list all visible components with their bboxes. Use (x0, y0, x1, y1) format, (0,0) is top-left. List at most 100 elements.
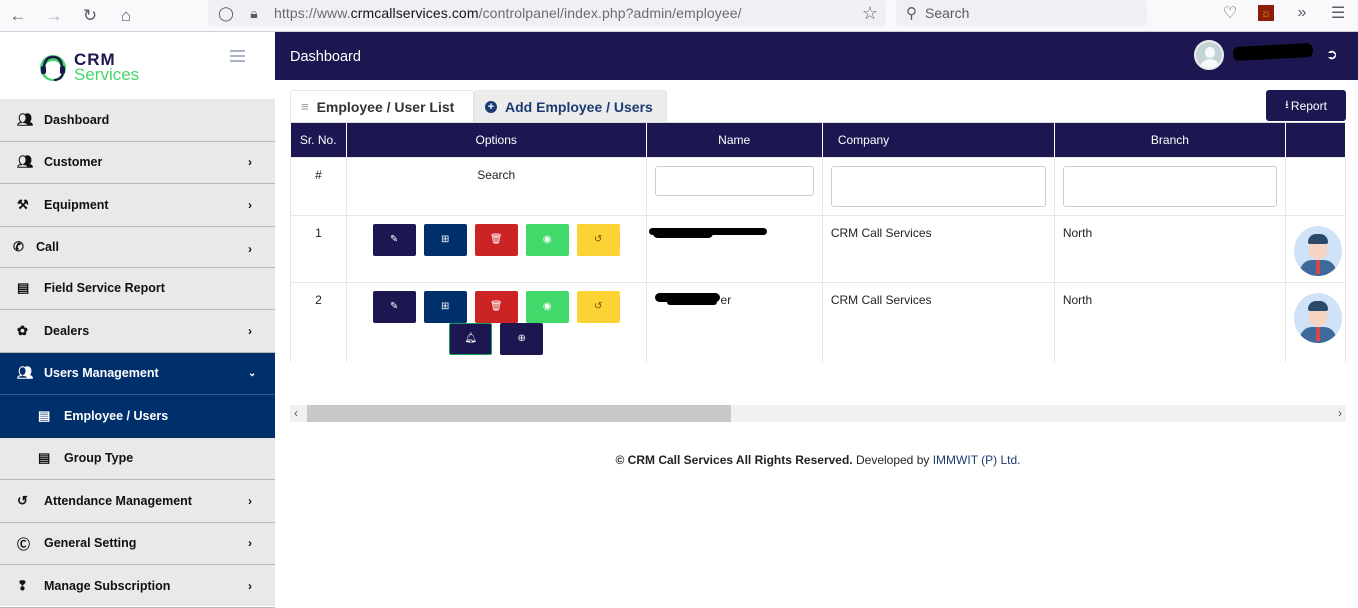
document-icon: ▤ (38, 450, 51, 466)
edit-button[interactable]: ✎ (372, 290, 416, 323)
back-icon[interactable]: ← (0, 0, 36, 32)
plus-circle-icon: + (485, 100, 497, 113)
sr-no-cell: 2 (290, 281, 347, 362)
add-button[interactable]: ⊞ (423, 290, 467, 323)
url-text[interactable]: https://www.crmcallservices.com/controlp… (274, 5, 742, 21)
horizontal-scrollbar[interactable]: ‹ › (290, 405, 1346, 422)
home-icon[interactable]: ⌂ (108, 0, 144, 32)
sidebar-item-label: Users Management (44, 366, 159, 381)
column-header-sr-no[interactable]: Sr. No. (290, 123, 347, 157)
download-icon: ⭳ (1285, 99, 1289, 111)
eye-icon: ◉ (542, 234, 552, 245)
column-header-name[interactable]: Name (646, 123, 823, 157)
menu-icon[interactable]: ☰ (1320, 3, 1356, 23)
browser-search-input[interactable]: ⚲ Search (896, 0, 1147, 26)
reload-icon[interactable]: ↻ (72, 0, 108, 32)
add-more-button[interactable]: ⊕ (500, 322, 544, 355)
sidebar-item-customer[interactable]: 👥︎ Customer › (0, 142, 275, 184)
search-placeholder: Search (925, 5, 970, 21)
copyright-text: © CRM Call Services All Rights Reserved. (615, 453, 853, 467)
phone-icon: ✆ (13, 238, 24, 254)
image-cell (1285, 281, 1346, 362)
sidebar-item-dashboard[interactable]: 👥︎ Dashboard (0, 99, 275, 142)
view-button[interactable]: ◉ (525, 290, 569, 323)
scroll-left-icon[interactable]: ‹ (294, 406, 298, 420)
sidebar-item-field-service-report[interactable]: ▤ Field Service Report (0, 268, 275, 310)
plus-square-icon: ⊞ (441, 234, 450, 245)
sidebar-item-attendance-management[interactable]: ↺ Attendance Management › (0, 480, 275, 523)
sidebar-item-group-type[interactable]: ▤ Group Type (0, 438, 275, 480)
sidebar-item-label: Dashboard (44, 112, 110, 127)
search-label: Search (345, 156, 647, 216)
extension-icon[interactable]: ☼ (1248, 4, 1284, 22)
edit-button[interactable]: ✎ (372, 223, 416, 256)
forward-icon[interactable]: → (36, 0, 72, 32)
scrollbar-thumb[interactable] (307, 405, 731, 422)
tab-add-employee-users[interactable]: + Add Employee / Users (474, 90, 667, 122)
trash-icon: 🗑︎ (489, 234, 503, 245)
plus-circle-icon: ⊕ (517, 333, 526, 344)
scroll-right-icon[interactable]: › (1338, 406, 1342, 420)
employee-avatar[interactable] (1294, 225, 1343, 276)
shield-icon[interactable]: ◯ (216, 5, 236, 22)
delete-button[interactable]: 🗑︎ (474, 223, 518, 256)
user-name-redacted[interactable] (1232, 42, 1314, 62)
company-cell: CRM Call Services (821, 214, 1055, 283)
sidebar-item-equipment[interactable]: ⚒ Equipment › (0, 184, 275, 227)
users-icon: 👥︎ (17, 111, 34, 127)
url-path: /controlpanel/index.php?admin/employee/ (478, 5, 742, 21)
headset-agent-icon (40, 55, 66, 81)
tab-label: Add Employee / Users (505, 98, 653, 115)
chevron-down-icon: ⌄ (248, 367, 257, 379)
user-avatar[interactable] (1194, 40, 1224, 70)
report-button[interactable]: ⭳ Report (1266, 90, 1346, 121)
name-cell: er (645, 281, 823, 362)
url-bar[interactable]: ◯ 🔒︎ https://www.crmcallservices.com/con… (208, 0, 886, 26)
column-header-image[interactable] (1285, 123, 1346, 157)
overflow-chevrons-icon[interactable]: » (1284, 4, 1320, 22)
table-header-row: Sr. No. Options Name Company Branch (290, 123, 1346, 157)
pencil-icon: ✎ (390, 234, 399, 245)
notify-button[interactable]: 🔔︎ (449, 322, 493, 355)
developed-by-text: Developed by (855, 453, 930, 467)
sidebar-item-dealers[interactable]: ✿ Dealers › (0, 310, 275, 353)
company-search-input[interactable] (830, 165, 1046, 207)
plus-square-icon: ⊞ (441, 301, 450, 312)
lock-icon[interactable]: 🔒︎ (244, 5, 264, 22)
name-search-input[interactable] (654, 165, 814, 196)
bookmark-star-icon[interactable]: ☆ (862, 3, 878, 24)
sidebar-item-users-management[interactable]: 👥︎ Users Management ⌄ (0, 352, 275, 395)
users-icon: 👥︎ (17, 154, 34, 170)
developer-link[interactable]: IMMWIT (P) Ltd. (933, 453, 1021, 467)
page-title: Dashboard (290, 49, 361, 65)
image-cell (1285, 214, 1346, 283)
sidebar-item-call[interactable]: ✆ Call › (0, 227, 275, 268)
sidebar-toggle-icon[interactable] (230, 50, 245, 65)
column-header-branch[interactable]: Branch (1054, 123, 1287, 157)
sidebar-item-general-setting[interactable]: Ⓒ General Setting › (0, 523, 275, 565)
pocket-icon[interactable]: ♡ (1212, 3, 1248, 23)
brand-logo[interactable]: CRM Services (36, 51, 139, 83)
view-button[interactable]: ◉ (525, 223, 569, 256)
logout-icon[interactable]: ➲ (1326, 46, 1338, 63)
leaf-icon: ✿ (17, 322, 28, 338)
company-cell: CRM Call Services (821, 281, 1055, 362)
employee-avatar[interactable] (1294, 292, 1343, 343)
redacted-name (652, 228, 713, 238)
footer: © CRM Call Services All Rights Reserved.… (290, 453, 1346, 467)
delete-button[interactable]: 🗑︎ (474, 290, 518, 323)
branch-search-input[interactable] (1062, 165, 1278, 207)
history-button[interactable]: ↺ (576, 223, 620, 256)
sidebar-item-employee-users[interactable]: ▤ Employee / Users (0, 395, 275, 438)
add-button[interactable]: ⊞ (423, 223, 467, 256)
sidebar-item-label: General Setting (44, 536, 137, 551)
history-button[interactable]: ↺ (576, 290, 620, 323)
sidebar-item-manage-subscription[interactable]: ❢ Manage Subscription › (0, 565, 275, 608)
column-header-company[interactable]: Company (822, 123, 1055, 157)
chevron-right-icon: › (248, 197, 252, 212)
sidebar-item-label: Equipment (44, 197, 109, 212)
column-header-options[interactable]: Options (346, 123, 647, 157)
tab-employee-user-list[interactable]: ≡ Employee / User List (290, 90, 474, 122)
branch-cell: North (1053, 281, 1287, 362)
history-icon: ↺ (594, 301, 603, 312)
